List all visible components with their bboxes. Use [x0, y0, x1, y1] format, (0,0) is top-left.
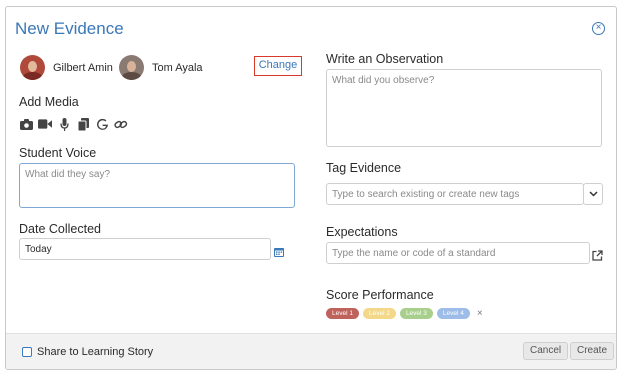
date-collected-input[interactable]: Today [19, 238, 271, 260]
student-name: Tom Ayala [152, 61, 203, 74]
observation-placeholder: What did you observe? [332, 75, 435, 86]
expectations-placeholder: Type the name or code of a standard [332, 248, 496, 259]
student-name: Gilbert Amin [53, 61, 113, 74]
cancel-button[interactable]: Cancel [523, 342, 569, 360]
avatar [20, 55, 45, 80]
change-students-button[interactable]: Change [254, 56, 302, 76]
tag-search-input[interactable]: Type to search existing or create new ta… [326, 183, 584, 205]
create-button[interactable]: Create [570, 342, 615, 360]
score-levels: Level 1 Level 2 Level 3 Level 4 × [326, 308, 483, 319]
date-collected-label: Date Collected [19, 222, 101, 236]
share-to-learning-story-checkbox[interactable]: Share to Learning Story [22, 346, 153, 358]
tag-dropdown-button[interactable] [583, 183, 603, 205]
microphone-icon[interactable] [57, 117, 71, 131]
tag-placeholder: Type to search existing or create new ta… [332, 189, 520, 200]
documents-icon[interactable] [76, 117, 90, 131]
link-icon[interactable] [114, 117, 128, 131]
camera-icon[interactable] [19, 117, 33, 131]
level-3-badge[interactable]: Level 3 [399, 308, 433, 319]
date-value: Today [25, 244, 52, 255]
google-icon[interactable] [95, 117, 109, 131]
video-icon[interactable] [38, 117, 52, 131]
clear-score-icon[interactable]: × [477, 308, 483, 319]
tag-evidence-label: Tag Evidence [326, 161, 402, 175]
observation-label: Write an Observation [326, 52, 444, 66]
level-4-badge[interactable]: Level 4 [436, 308, 470, 319]
student-gilbert: Gilbert Amin [20, 55, 113, 80]
expectations-label: Expectations [326, 225, 398, 239]
calendar-icon[interactable] [274, 244, 284, 257]
level-2-badge[interactable]: Level 2 [362, 308, 396, 319]
score-performance-label: Score Performance [326, 288, 434, 302]
student-tom: Tom Ayala [119, 55, 203, 80]
chevron-down-icon [588, 191, 598, 197]
media-icon-bar [19, 117, 128, 131]
expectations-input[interactable]: Type the name or code of a standard [326, 242, 590, 264]
share-label: Share to Learning Story [37, 346, 154, 358]
modal-title: New Evidence [15, 19, 124, 38]
level-1-badge[interactable]: Level 1 [326, 308, 359, 319]
student-voice-label: Student Voice [19, 146, 97, 160]
student-voice-placeholder: What did they say? [25, 169, 111, 180]
student-voice-textarea[interactable]: What did they say? [19, 163, 295, 208]
external-link-icon[interactable] [592, 248, 604, 261]
observation-textarea[interactable]: What did you observe? [326, 69, 602, 147]
avatar [119, 55, 144, 80]
close-icon[interactable]: × [592, 22, 605, 35]
checkbox-icon[interactable] [22, 347, 32, 357]
modal-footer: Share to Learning Story Cancel Create [6, 333, 616, 369]
new-evidence-modal: New Evidence × Gilbert Amin Tom Ayala Ch… [5, 6, 617, 370]
add-media-label: Add Media [19, 95, 79, 109]
